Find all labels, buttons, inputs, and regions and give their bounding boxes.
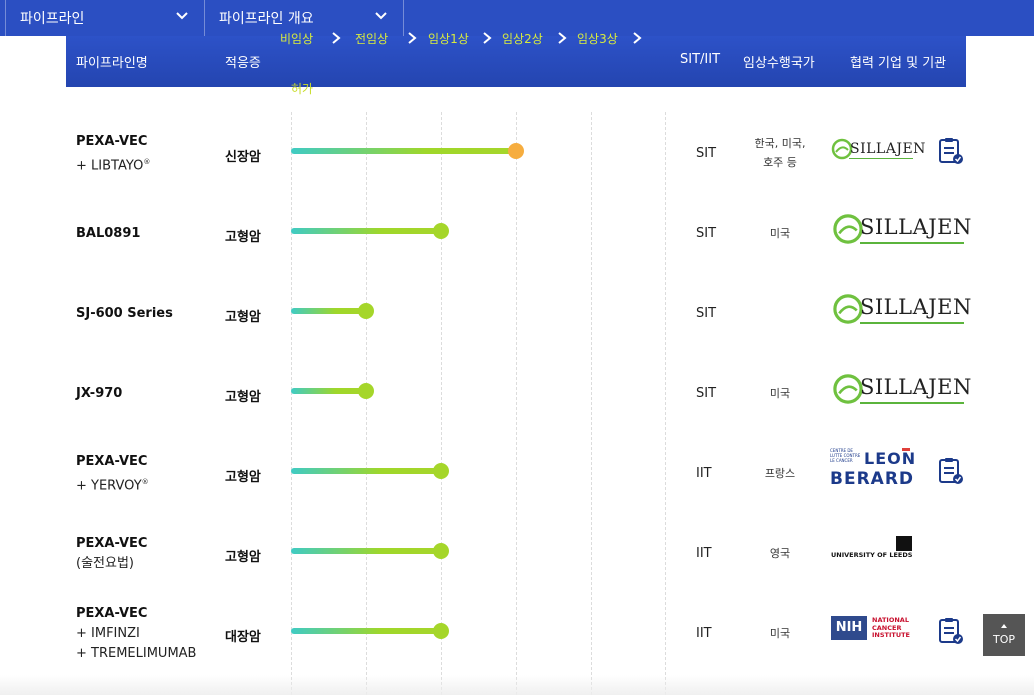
- pipeline-name: JX-970: [76, 386, 123, 401]
- leon-berard-logo[interactable]: CENTRE DE LUTTE CONTRE LE CANCER LEON BE…: [830, 448, 915, 492]
- trial-country: 영국: [769, 547, 791, 560]
- trial-country: 미국: [769, 387, 791, 400]
- indication: 고형암: [225, 470, 261, 485]
- pipeline-overview-dropdown-label: 파이프라인 개요: [219, 11, 314, 27]
- progress-bar: [291, 628, 441, 634]
- pipeline-name: BAL0891: [76, 226, 141, 241]
- progress-bar: [291, 388, 366, 394]
- trial-country: 한국, 미국, 호주 등: [754, 137, 806, 169]
- indication: 고형암: [225, 310, 261, 325]
- progress-dot: [433, 463, 449, 479]
- phase-label: 비임상: [280, 32, 314, 46]
- phase-label: 임상2상: [502, 32, 543, 46]
- table-header: 파이프라인명 적응증 비임상 전임상 임상1상 임상2상 임상3상 SIT/II…: [66, 32, 966, 87]
- table-row: PEXA-VEC + YERVOY® 고형암 IIT 프랑스 CENTRE DE…: [66, 434, 966, 514]
- pipeline-name: PEXA-VEC + YERVOY®: [76, 454, 149, 494]
- phase-label: 전임상: [355, 32, 389, 46]
- header-sit-iit: SIT/IIT: [680, 52, 721, 67]
- pipeline-name: PEXA-VEC + LIBTAYO®: [76, 134, 151, 174]
- university-of-leeds-logo[interactable]: UNIVERSITY OF LEEDS: [831, 536, 915, 560]
- indication: 고형암: [225, 230, 261, 245]
- pipeline-name: SJ-600 Series: [76, 306, 173, 321]
- arrow-up-icon: [1001, 624, 1007, 628]
- trial-country: 미국: [769, 627, 791, 640]
- progress-bar: [291, 148, 516, 154]
- progress-dot: [508, 143, 524, 159]
- chevron-right-icon: [483, 32, 492, 44]
- nih-nci-logo[interactable]: NIH NATIONAL CANCER INSTITUTE: [831, 616, 913, 642]
- progress-dot: [358, 383, 374, 399]
- pipeline-name: PEXA-VEC + IMFINZI + TREMELIMUMAB: [76, 606, 197, 661]
- progress-bar: [291, 548, 441, 554]
- indication: 고형암: [225, 390, 261, 405]
- chevron-right-icon: [408, 32, 417, 44]
- progress-dot: [433, 223, 449, 239]
- sillajen-logo[interactable]: SILLAJEN: [832, 372, 971, 406]
- bottom-fade: [0, 675, 1034, 695]
- indication: 신장암: [225, 150, 261, 165]
- document-check-icon[interactable]: [938, 617, 964, 645]
- pipeline-dropdown-label: 파이프라인: [20, 11, 85, 27]
- phase-label: 임상3상: [577, 32, 618, 46]
- trial-country: 미국: [769, 227, 791, 240]
- sillajen-logo[interactable]: SILLAJEN: [832, 212, 971, 246]
- progress-bar: [291, 308, 366, 314]
- chevron-right-icon: [558, 32, 567, 44]
- sit-iit-type: IIT: [696, 546, 712, 561]
- sit-iit-type: SIT: [696, 146, 717, 161]
- table-row: BAL0891 고형암 SIT 미국 SILLAJEN: [66, 194, 971, 274]
- progress-bar: [291, 468, 441, 474]
- chevron-right-icon: [633, 32, 642, 44]
- sit-iit-type: IIT: [696, 466, 712, 481]
- header-name: 파이프라인명: [76, 56, 148, 71]
- table-row: PEXA-VEC + IMFINZI + TREMELIMUMAB 대장암 II…: [66, 594, 966, 674]
- header-country: 임상수행국가: [743, 56, 815, 71]
- sillajen-logo[interactable]: SILLAJEN: [832, 292, 971, 326]
- sillajen-logo[interactable]: SILLAJEN: [831, 138, 925, 162]
- document-check-icon[interactable]: [938, 457, 964, 485]
- phase-labels: 비임상 전임상 임상1상 임상2상 임상3상: [280, 30, 660, 50]
- table-row: JX-970 고형암 SIT 미국 SILLAJEN: [66, 354, 971, 434]
- sit-iit-type: IIT: [696, 626, 712, 641]
- document-check-icon[interactable]: [938, 137, 964, 165]
- scroll-to-top-button[interactable]: TOP: [983, 614, 1025, 656]
- progress-dot: [433, 543, 449, 559]
- indication: 대장암: [225, 630, 261, 645]
- header-partner: 협력 기업 및 기관: [850, 56, 947, 71]
- chevron-down-icon: [176, 12, 188, 20]
- phase-approval-label: 허가: [291, 82, 314, 96]
- phase-label: 임상1상: [428, 32, 469, 46]
- pipeline-dropdown[interactable]: 파이프라인: [5, 0, 205, 36]
- pipeline-name: PEXA-VEC (술전요법): [76, 536, 148, 571]
- header-indication: 적응증: [225, 56, 261, 71]
- progress-dot: [433, 623, 449, 639]
- table-row: PEXA-VEC (술전요법) 고형암 IIT 영국 UNIVERSITY OF…: [66, 514, 966, 594]
- sit-iit-type: SIT: [696, 386, 717, 401]
- trial-country: 프랑스: [764, 467, 796, 480]
- progress-dot: [358, 303, 374, 319]
- sit-iit-type: SIT: [696, 226, 717, 241]
- indication: 고형암: [225, 550, 261, 565]
- chevron-down-icon: [375, 12, 387, 20]
- chevron-right-icon: [332, 32, 341, 44]
- progress-bar: [291, 228, 441, 234]
- table-row: PEXA-VEC + LIBTAYO® 신장암 SIT 한국, 미국, 호주 등 …: [66, 114, 966, 194]
- sit-iit-type: SIT: [696, 306, 717, 321]
- table-row: SJ-600 Series 고형암 SIT SILLAJEN: [66, 274, 971, 354]
